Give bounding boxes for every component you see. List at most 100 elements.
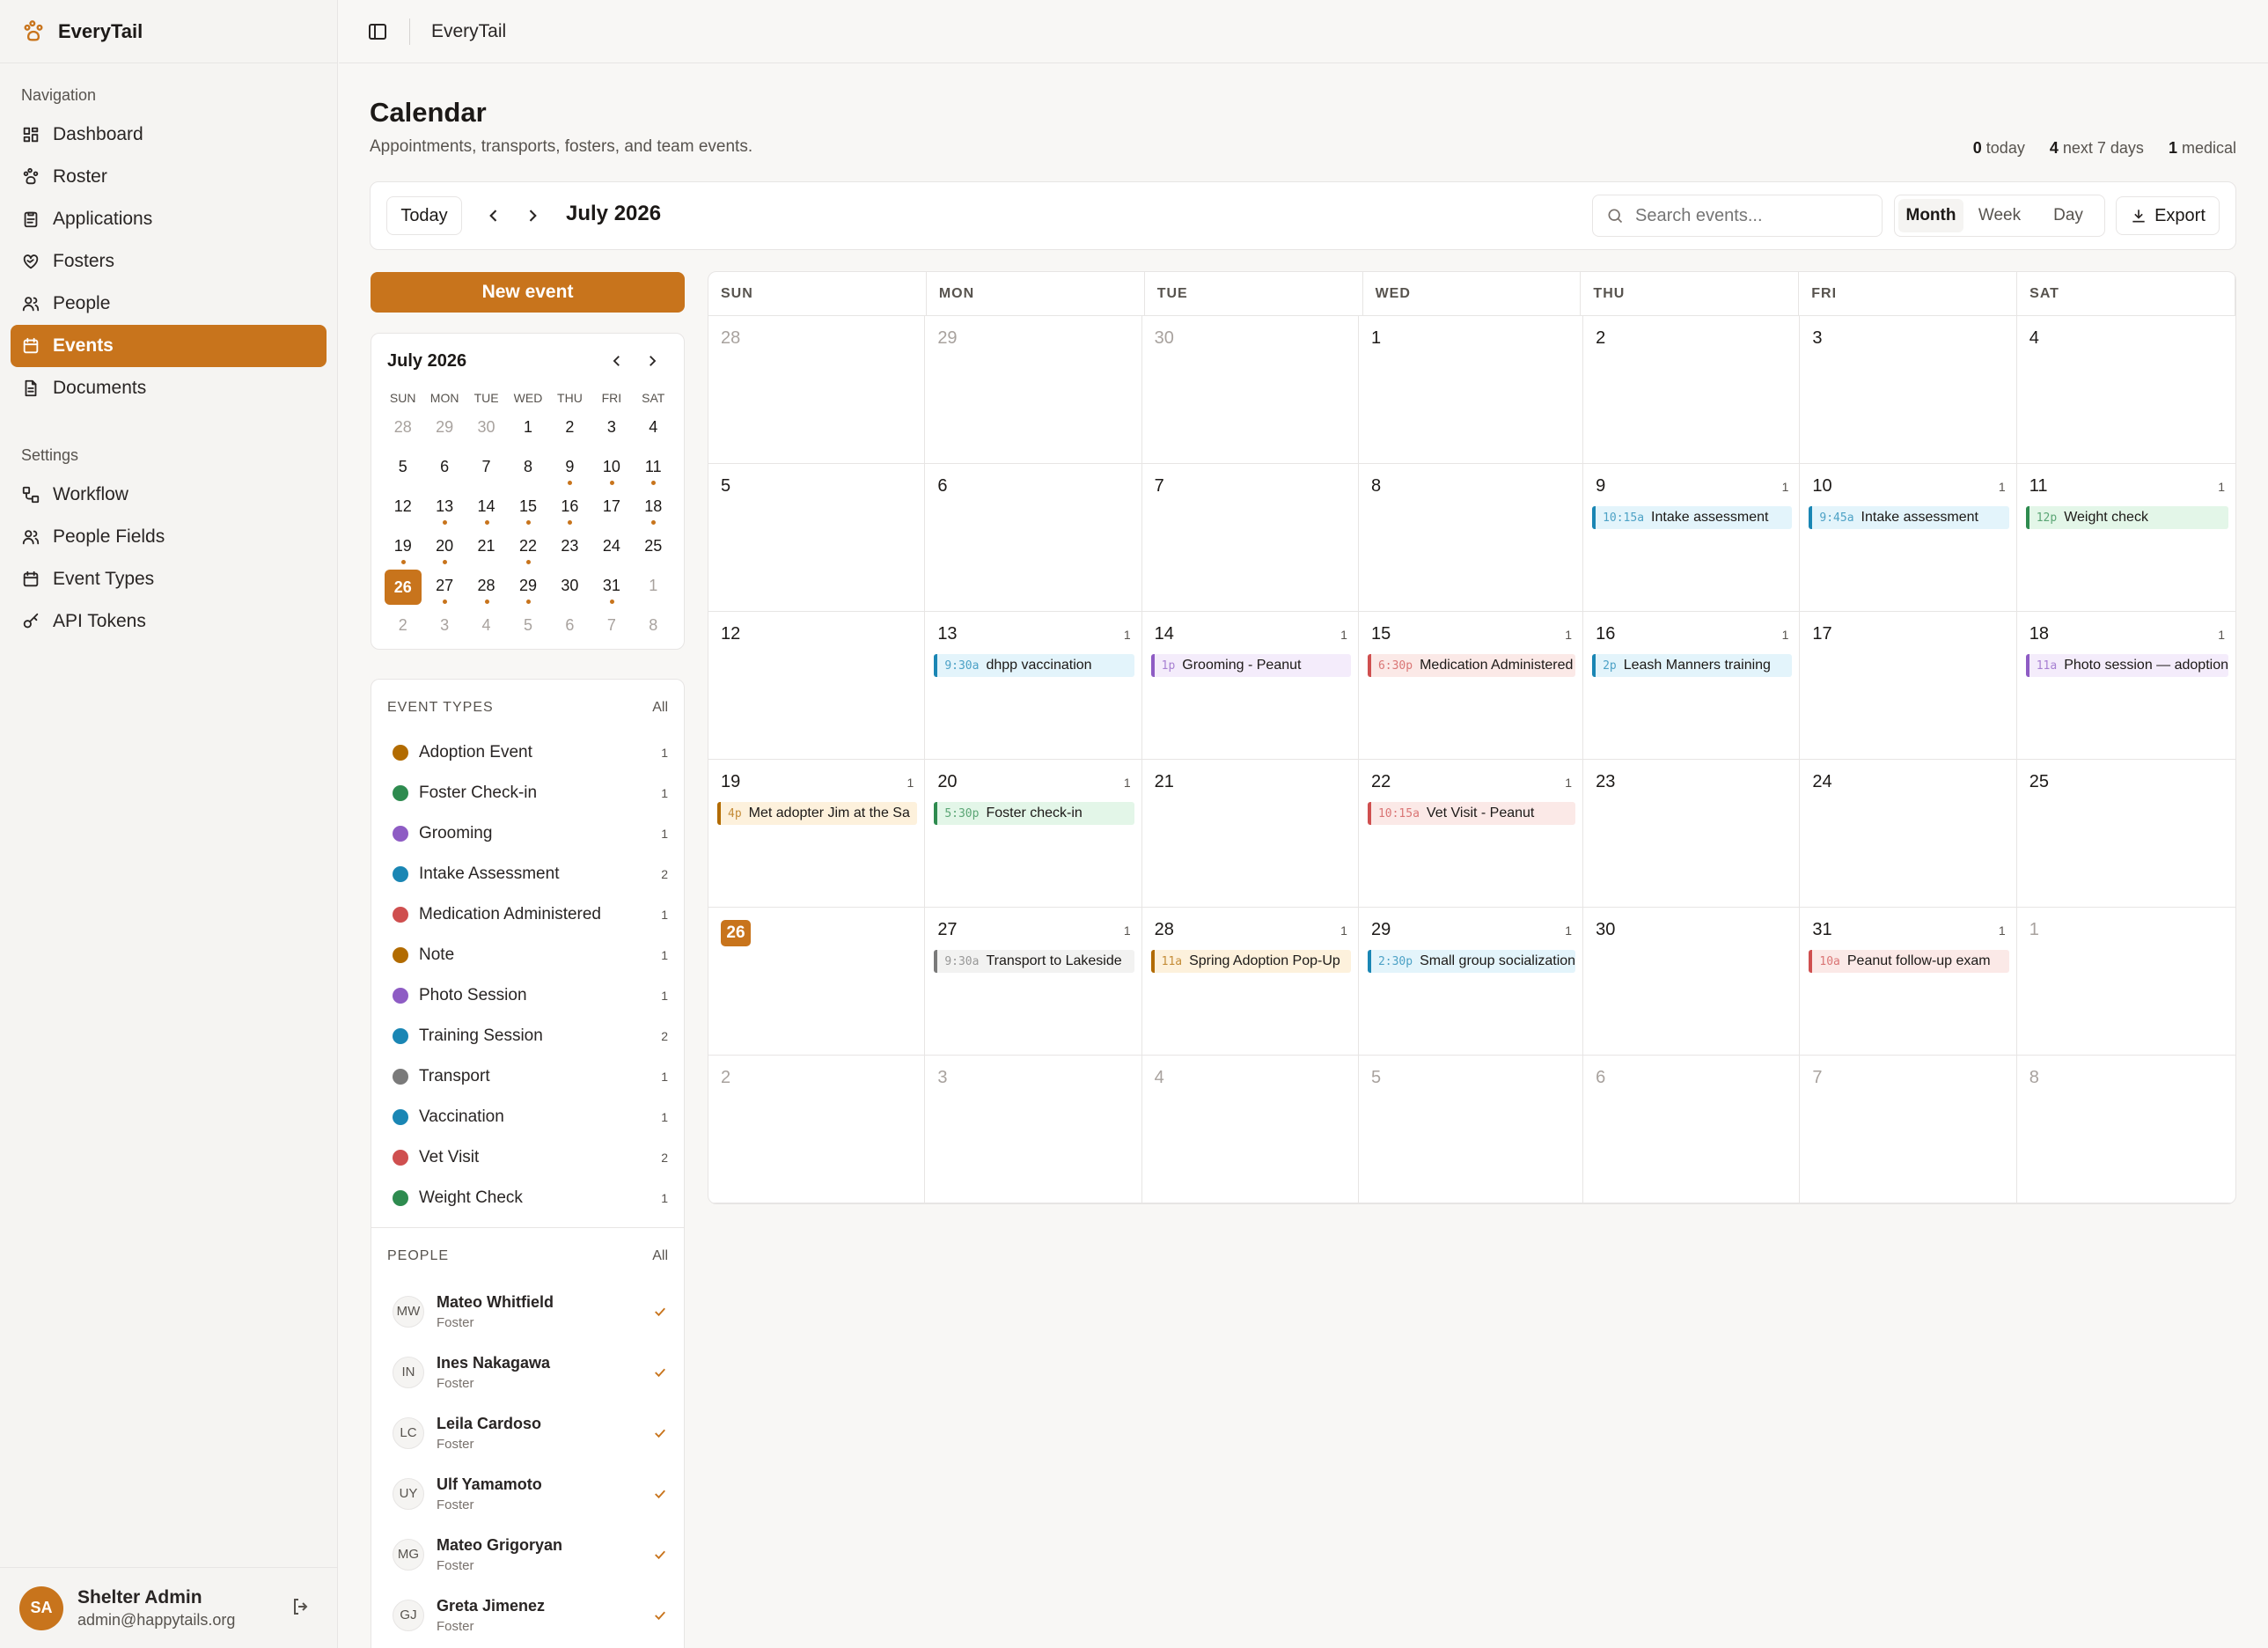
user-avatar[interactable]: SA [19, 1585, 63, 1630]
sidebar-item-workflow[interactable]: Workflow [11, 474, 327, 516]
event-chip[interactable]: 10:15a Intake assessment [1592, 506, 1793, 529]
event-type-filter[interactable]: Photo Session 1 [371, 975, 684, 1016]
event-type-filter[interactable]: Training Session 2 [371, 1016, 684, 1056]
event-chip[interactable]: 12p Weight check [2025, 506, 2228, 529]
mini-prev-icon[interactable] [609, 353, 625, 369]
day-cell[interactable]: 2 [1583, 316, 1801, 464]
day-cell[interactable]: 9 1 10:15a Intake assessment [1583, 464, 1801, 612]
person-filter[interactable]: IN Ines Nakagawa Foster [371, 1342, 684, 1402]
day-cell[interactable]: 19 1 4p Met adopter Jim at the Sa [708, 760, 926, 908]
mini-day[interactable]: 24 [591, 530, 632, 570]
mini-day[interactable]: 1 [507, 411, 548, 451]
day-cell[interactable]: 18 1 11a Photo session — adoption [2016, 612, 2235, 760]
event-type-filter[interactable]: Transport 1 [371, 1056, 684, 1097]
event-type-filter[interactable]: Medication Administered 1 [371, 894, 684, 935]
mini-day[interactable]: 5 [507, 609, 548, 649]
event-chip[interactable]: 5:30p Foster check-in [934, 802, 1134, 825]
event-chip[interactable]: 10a Peanut follow-up exam [1809, 950, 2009, 973]
day-cell[interactable]: 6 [1583, 1056, 1801, 1203]
day-cell[interactable]: 31 1 10a Peanut follow-up exam [1800, 908, 2017, 1056]
day-cell[interactable]: 17 [1800, 612, 2017, 760]
day-cell[interactable]: 28 1 11a Spring Adoption Pop-Up [1141, 908, 1359, 1056]
day-cell[interactable]: 14 1 1p Grooming - Peanut [1141, 612, 1359, 760]
day-cell[interactable]: 22 1 10:15a Vet Visit - Peanut [1358, 760, 1584, 908]
event-chip[interactable]: 2p Leash Manners training [1592, 654, 1793, 677]
mini-day[interactable]: 4 [633, 411, 674, 451]
mini-day[interactable]: 17 [591, 490, 632, 530]
sidebar-item-fosters[interactable]: Fosters [11, 240, 327, 283]
day-cell-today[interactable]: 26 [708, 908, 926, 1056]
people-all-link[interactable]: All [652, 1248, 668, 1264]
export-button[interactable]: Export [2116, 196, 2220, 235]
mini-day[interactable]: 20 [423, 530, 465, 570]
sidebar-item-dashboard[interactable]: Dashboard [11, 114, 327, 156]
chevron-right-icon[interactable] [524, 207, 541, 224]
day-cell[interactable]: 24 [1800, 760, 2017, 908]
sidebar-item-event-types[interactable]: Event Types [11, 558, 327, 600]
mini-day[interactable]: 30 [549, 570, 591, 609]
mini-day[interactable]: 13 [423, 490, 465, 530]
day-cell[interactable]: 21 [1141, 760, 1359, 908]
event-type-filter[interactable]: Grooming 1 [371, 813, 684, 854]
mini-day[interactable]: 8 [633, 609, 674, 649]
mini-day[interactable]: 1 [633, 570, 674, 609]
day-cell[interactable]: 30 [1583, 908, 1801, 1056]
sidebar-toggle-icon[interactable] [367, 21, 388, 42]
day-cell[interactable]: 12 [708, 612, 926, 760]
event-chip[interactable]: 11a Spring Adoption Pop-Up [1150, 950, 1351, 973]
day-cell[interactable]: 15 1 6:30p Medication Administered [1358, 612, 1584, 760]
day-cell[interactable]: 1 [1358, 316, 1584, 464]
day-cell[interactable]: 25 [2016, 760, 2235, 908]
mini-day[interactable]: 8 [507, 451, 548, 490]
day-cell[interactable]: 29 [925, 316, 1142, 464]
event-type-filter[interactable]: Weight Check 1 [371, 1178, 684, 1218]
mini-day[interactable]: 21 [466, 530, 507, 570]
sidebar-item-api-tokens[interactable]: API Tokens [11, 600, 327, 643]
day-cell[interactable]: 27 1 9:30a Transport to Lakeside [925, 908, 1142, 1056]
mini-day[interactable]: 25 [633, 530, 674, 570]
day-cell[interactable]: 3 [925, 1056, 1142, 1203]
event-type-filter[interactable]: Vaccination 1 [371, 1097, 684, 1137]
person-filter[interactable]: MG Mateo Grigoryan Foster [371, 1524, 684, 1585]
day-cell[interactable]: 30 [1141, 316, 1359, 464]
day-cell[interactable]: 13 1 9:30a dhpp vaccination [925, 612, 1142, 760]
view-day-button[interactable]: Day [2036, 199, 2101, 232]
today-button[interactable]: Today [386, 196, 462, 235]
day-cell[interactable]: 20 1 5:30p Foster check-in [925, 760, 1142, 908]
mini-day[interactable]: 12 [382, 490, 423, 530]
day-cell[interactable]: 4 [1141, 1056, 1359, 1203]
day-cell[interactable]: 3 [1800, 316, 2017, 464]
mini-day[interactable]: 3 [591, 411, 632, 451]
view-month-button[interactable]: Month [1898, 199, 1963, 232]
sidebar-item-people-fields[interactable]: People Fields [11, 516, 327, 558]
day-cell[interactable]: 29 1 2:30p Small group socialization [1358, 908, 1584, 1056]
event-chip[interactable]: 4p Met adopter Jim at the Sa [717, 802, 918, 825]
event-chip[interactable]: 9:30a dhpp vaccination [934, 654, 1134, 677]
day-cell[interactable]: 16 1 2p Leash Manners training [1583, 612, 1801, 760]
event-type-filter[interactable]: Intake Assessment 2 [371, 854, 684, 894]
mini-day[interactable]: 6 [549, 609, 591, 649]
mini-day[interactable]: 9 [549, 451, 591, 490]
mini-day[interactable]: 31 [591, 570, 632, 609]
sidebar-item-documents[interactable]: Documents [11, 367, 327, 409]
mini-day[interactable]: 7 [466, 451, 507, 490]
mini-day[interactable]: 10 [591, 451, 632, 490]
day-cell[interactable]: 8 [2016, 1056, 2235, 1203]
mini-day[interactable]: 29 [507, 570, 548, 609]
event-chip[interactable]: 2:30p Small group socialization [1367, 950, 1576, 973]
day-cell[interactable]: 10 1 9:45a Intake assessment [1800, 464, 2017, 612]
mini-day[interactable]: 5 [382, 451, 423, 490]
chevron-left-icon[interactable] [485, 207, 503, 224]
logout-icon[interactable] [290, 1596, 312, 1617]
mini-day[interactable]: 7 [591, 609, 632, 649]
event-type-filter[interactable]: Foster Check-in 1 [371, 773, 684, 813]
sidebar-item-applications[interactable]: Applications [11, 198, 327, 240]
sidebar-item-events[interactable]: Events [11, 325, 327, 367]
day-cell[interactable]: 4 [2016, 316, 2235, 464]
mini-day[interactable]: 14 [466, 490, 507, 530]
event-chip[interactable]: 9:30a Transport to Lakeside [934, 950, 1134, 973]
new-event-button[interactable]: New event [371, 272, 685, 313]
sidebar-item-roster[interactable]: Roster [11, 156, 327, 198]
mini-day[interactable]: 15 [507, 490, 548, 530]
sidebar-item-people[interactable]: People [11, 283, 327, 325]
